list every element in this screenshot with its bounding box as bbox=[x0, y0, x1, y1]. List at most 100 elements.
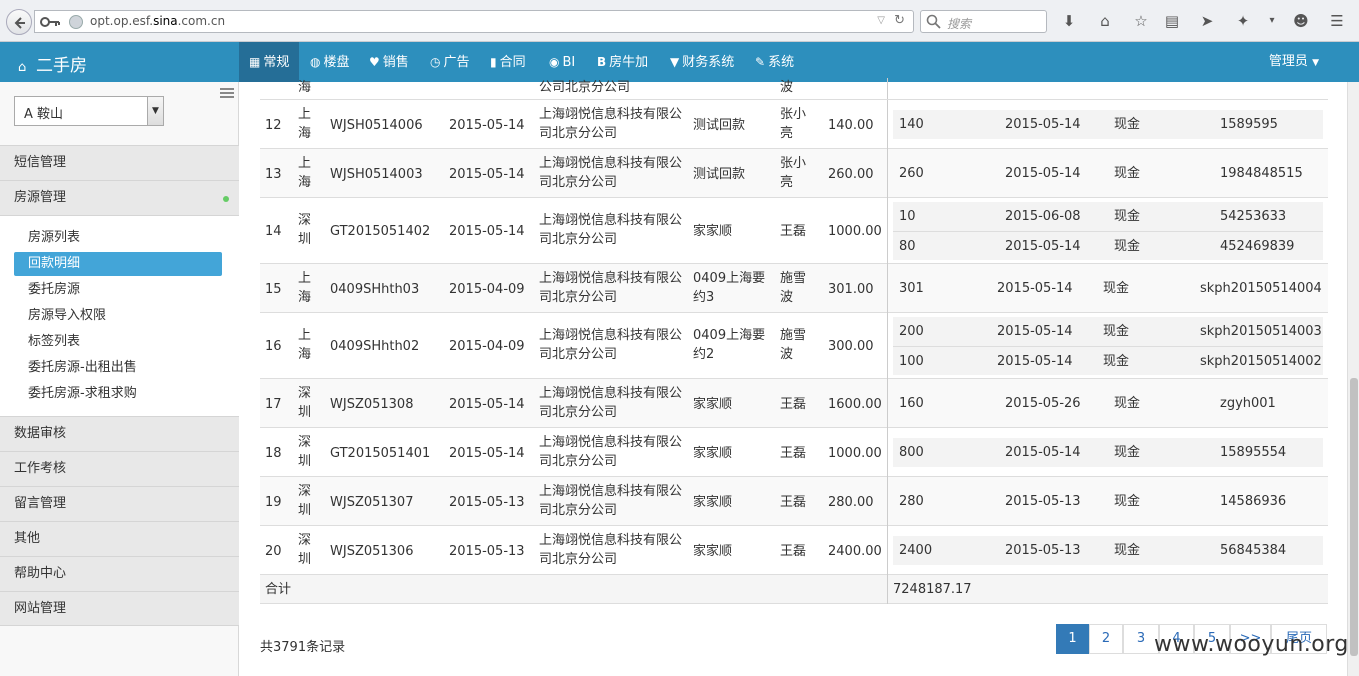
sidebar-item-listing-list[interactable]: 房源列表 bbox=[14, 226, 222, 250]
section-label: 短信管理 bbox=[14, 155, 67, 170]
nav-item-buildings[interactable]: ◍ 楼盘 bbox=[304, 42, 356, 82]
reading-list-icon[interactable]: ▤ bbox=[1162, 11, 1182, 31]
back-arrow-icon bbox=[14, 17, 25, 29]
nav-item-bi[interactable]: ◉ BI bbox=[543, 42, 581, 82]
sidebar-section-sms[interactable]: 短信管理 bbox=[0, 145, 239, 180]
cell-contract-no: WJSZ051306 bbox=[330, 543, 414, 559]
sidebar-section-help[interactable]: 帮助中心 bbox=[0, 556, 239, 591]
cell-project: 测试回款 bbox=[693, 166, 746, 182]
cell-city: 上海 bbox=[298, 155, 312, 190]
cell-amount: 1600.00 bbox=[828, 396, 882, 412]
payment-receipt: 1984848515 bbox=[1220, 166, 1303, 181]
status-dot bbox=[223, 196, 229, 202]
collapse-sidebar-icon[interactable] bbox=[220, 88, 234, 98]
cell-company: 上海翊悦信息科技有限公司北京分公司 bbox=[539, 483, 683, 518]
nav-item-finance[interactable]: ▼ 财务系统 bbox=[664, 42, 740, 82]
table-row: 20 WJSZ051306 2015-05-13 2400.00 深圳 上海翊悦信息科技有… bbox=[260, 526, 1328, 575]
sidebar-section-work-assessment[interactable]: 工作考核 bbox=[0, 451, 239, 486]
cell-person: 波 bbox=[780, 80, 794, 95]
back-button[interactable] bbox=[6, 9, 32, 35]
chat-icon[interactable]: ☻ bbox=[1291, 11, 1311, 31]
page-button[interactable]: 1 bbox=[1056, 624, 1089, 654]
cell-date: 2015-05-14 bbox=[449, 117, 525, 133]
url-text: opt.op.esf.sina.com.cn bbox=[90, 14, 226, 28]
scrollbar-thumb[interactable] bbox=[1350, 378, 1358, 656]
payment-date: 2015-05-13 bbox=[1005, 543, 1081, 558]
addon-icon[interactable]: ✦ bbox=[1233, 11, 1253, 31]
cell-city: 深圳 bbox=[298, 385, 312, 420]
payment-amount: 10 bbox=[899, 209, 916, 224]
scrollbar[interactable] bbox=[1347, 82, 1359, 676]
sidebar-section-data-review[interactable]: 数据审核 bbox=[0, 416, 239, 451]
payment-receipt: skph20150514003 bbox=[1200, 324, 1322, 339]
bookmark-star-icon[interactable]: ☆ bbox=[1131, 11, 1151, 31]
payment-receipt: 56845384 bbox=[1220, 543, 1287, 558]
sidebar-item-payment-detail[interactable]: 回款明细 bbox=[14, 252, 222, 276]
download-icon[interactable]: ⬇ bbox=[1059, 11, 1079, 31]
cell-city: 上海 bbox=[298, 328, 312, 362]
cell-index: 13 bbox=[265, 166, 282, 182]
payment-amount: 200 bbox=[899, 324, 924, 339]
payment-method: 现金 bbox=[1114, 445, 1141, 460]
menu-dropdown-icon[interactable]: ▾ bbox=[1262, 11, 1282, 31]
sidebar-item-entrusted-rent-buy[interactable]: 委托房源-求租求购 bbox=[14, 382, 222, 406]
nav-item-fangniujia[interactable]: B 房牛加 bbox=[591, 42, 654, 82]
sidebar-item-import-permission[interactable]: 房源导入权限 bbox=[14, 304, 222, 328]
sidebar-section-site-admin[interactable]: 网站管理 bbox=[0, 591, 239, 626]
payment-amount: 301 bbox=[899, 281, 924, 296]
cell-person: 施雪波 bbox=[780, 328, 807, 362]
nav-label: 常规 bbox=[263, 55, 290, 70]
payment-method: 现金 bbox=[1114, 239, 1141, 254]
wrench-icon: ✎ bbox=[755, 55, 766, 69]
brand[interactable]: ⌂ 二手房 bbox=[18, 51, 87, 76]
cell-contract-no: WJSZ051308 bbox=[330, 396, 414, 412]
file-icon: ▮ bbox=[490, 55, 497, 69]
cell-contract-no: WJSZ051307 bbox=[330, 494, 414, 510]
cell-date: 2015-04-09 bbox=[449, 281, 525, 297]
item-label: 委托房源 bbox=[28, 282, 81, 297]
hamburger-menu-icon[interactable]: ☰ bbox=[1327, 11, 1347, 31]
column-divider bbox=[887, 575, 888, 604]
cell-project: 0409上海要约2 bbox=[693, 328, 766, 362]
nav-item-system[interactable]: ✎ 系统 bbox=[749, 42, 800, 82]
url-dropdown-icon[interactable]: ▽ bbox=[877, 15, 885, 26]
nav-item-sales[interactable]: ♥ 销售 bbox=[363, 42, 415, 82]
sidebar-section-listings[interactable]: 房源管理 bbox=[0, 180, 239, 215]
payment-receipt: 15895554 bbox=[1220, 445, 1287, 460]
page-button[interactable]: 2 bbox=[1089, 624, 1123, 654]
browser-search-input[interactable]: 搜索 bbox=[920, 10, 1047, 33]
cell-date: 2015-04-09 bbox=[449, 339, 525, 354]
home-icon[interactable]: ⌂ bbox=[1095, 11, 1115, 31]
payment-date: 2015-05-14 bbox=[997, 354, 1073, 369]
nav-label: 销售 bbox=[382, 55, 409, 70]
table-row: 13 WJSH0514003 2015-05-14 260.00 上海 上海翊悦信息科技有… bbox=[260, 149, 1328, 198]
cell-amount: 1000.00 bbox=[828, 224, 882, 239]
admin-menu[interactable]: 管理员 ▼ bbox=[1269, 42, 1319, 82]
payment-date: 2015-06-08 bbox=[1005, 209, 1081, 224]
search-placeholder: 搜索 bbox=[947, 17, 972, 31]
payment-receipt: skph20150514002 bbox=[1200, 354, 1322, 369]
browser-toolbar: opt.op.esf.sina.com.cn ▽ ↻ 搜索 ⬇ ⌂ ☆ ▤ ➤ … bbox=[0, 0, 1359, 42]
sidebar-item-tags[interactable]: 标签列表 bbox=[14, 330, 222, 354]
send-icon[interactable]: ➤ bbox=[1197, 11, 1217, 31]
cell-city: 上海 bbox=[298, 270, 312, 305]
city-select[interactable]: A 鞍山 ▼ bbox=[14, 96, 164, 126]
nav-item-contracts[interactable]: ▮ 合同 bbox=[484, 42, 532, 82]
nav-item-ads[interactable]: ◷ 广告 bbox=[424, 42, 476, 82]
cell-amount: 140.00 bbox=[828, 117, 874, 133]
cell-index: 14 bbox=[265, 224, 282, 239]
sidebar-item-entrusted[interactable]: 委托房源 bbox=[14, 278, 222, 302]
payment-amount: 260 bbox=[899, 166, 924, 181]
reload-icon[interactable]: ↻ bbox=[894, 13, 905, 28]
nav-item-general[interactable]: ▦ 常规 bbox=[239, 42, 299, 82]
sidebar-section-other[interactable]: 其他 bbox=[0, 521, 239, 556]
table-row: 12 WJSH0514006 2015-05-14 140.00 上海 上海翊悦信息科技有… bbox=[260, 100, 1328, 149]
city-select-value: A 鞍山 bbox=[24, 107, 64, 122]
address-bar[interactable]: opt.op.esf.sina.com.cn ▽ ↻ bbox=[34, 10, 914, 33]
sidebar-item-entrusted-rent-sell[interactable]: 委托房源-出租出售 bbox=[14, 356, 222, 380]
column-divider bbox=[887, 379, 888, 428]
table-row: 18 GT2015051401 2015-05-14 1000.00 深圳 上海翊悦信息科… bbox=[260, 428, 1328, 477]
sidebar-section-messages[interactable]: 留言管理 bbox=[0, 486, 239, 521]
payment-method: 现金 bbox=[1114, 543, 1141, 558]
cell-city: 深圳 bbox=[298, 483, 312, 518]
